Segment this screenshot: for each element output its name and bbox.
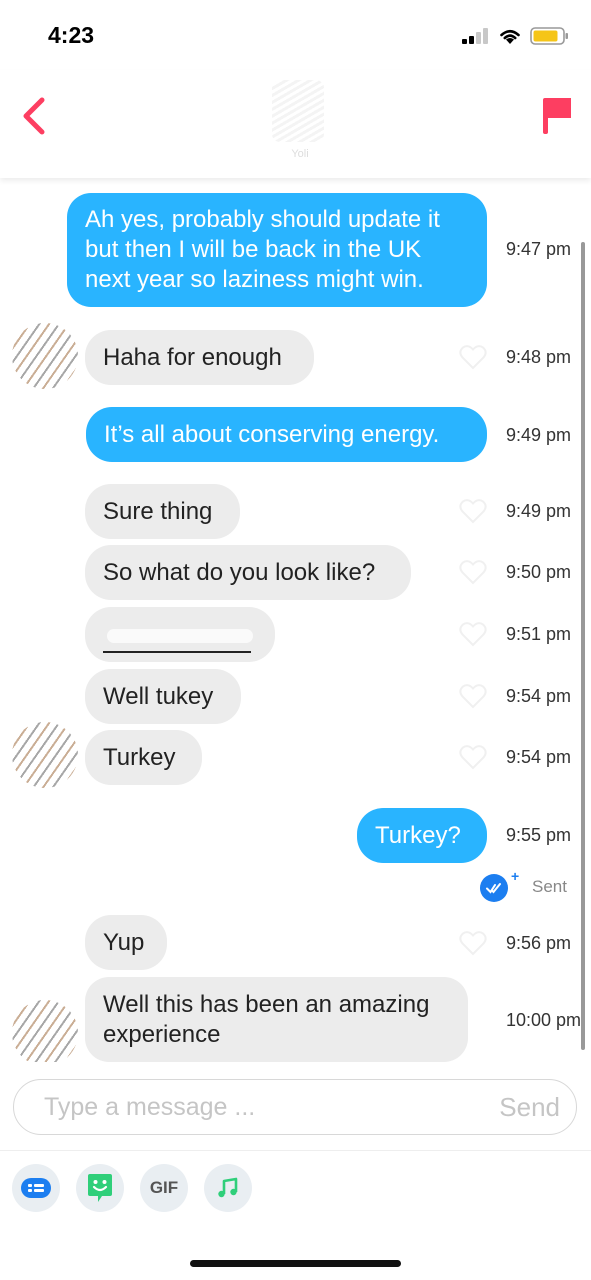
- cellular-signal-icon: [462, 28, 488, 44]
- message-time: 9:49 pm: [506, 425, 572, 445]
- message-bubble-received[interactable]: Turkey: [85, 730, 202, 785]
- status-bar: 4:23: [0, 0, 591, 70]
- contact-name[interactable]: Yoli: [270, 148, 330, 160]
- message-bubble-received[interactable]: Yup: [85, 915, 167, 970]
- message-bubble-received[interactable]: Sure thing: [85, 484, 240, 539]
- message-time: 9:54 pm: [506, 686, 572, 706]
- message-bubble-sent[interactable]: Turkey?: [357, 808, 487, 863]
- message-bubble-sent[interactable]: Ah yes, probably should update it but th…: [67, 193, 487, 307]
- message-composer: Send: [13, 1079, 577, 1135]
- message-input[interactable]: [44, 1090, 454, 1124]
- like-heart-icon[interactable]: [459, 683, 487, 709]
- read-receipt-icon[interactable]: [480, 874, 508, 902]
- like-heart-icon[interactable]: [459, 498, 487, 524]
- report-flag-icon[interactable]: [540, 94, 574, 138]
- reply-suggestion-button[interactable]: [12, 1164, 60, 1212]
- smiley-sticker-icon: [88, 1174, 112, 1202]
- sticker-button[interactable]: [76, 1164, 124, 1212]
- message-time: 9:49 pm: [506, 501, 572, 521]
- home-indicator[interactable]: [190, 1260, 401, 1267]
- like-heart-icon[interactable]: [459, 344, 487, 370]
- like-heart-icon[interactable]: [459, 930, 487, 956]
- music-note-icon: [218, 1177, 238, 1198]
- message-list[interactable]: Ah yes, probably should update it but th…: [0, 178, 591, 1062]
- like-heart-icon[interactable]: [459, 744, 487, 770]
- divider: [0, 1150, 591, 1151]
- like-heart-icon[interactable]: [459, 621, 487, 647]
- battery-icon: [530, 27, 568, 45]
- message-bubble-sent[interactable]: It’s all about conserving energy.: [86, 407, 487, 462]
- delivery-status: Sent: [532, 877, 567, 896]
- message-bubble-received[interactable]: So what do you look like?: [85, 545, 411, 600]
- message-bubble-received[interactable]: Haha for enough: [85, 330, 314, 385]
- message-time: 9:47 pm: [506, 239, 572, 259]
- message-time: 9:54 pm: [506, 747, 572, 767]
- message-time: 9:51 pm: [506, 624, 572, 644]
- gif-button[interactable]: GIF: [140, 1164, 188, 1212]
- redacted-content: [103, 623, 257, 653]
- message-time: 9:50 pm: [506, 562, 572, 582]
- send-button[interactable]: Send: [499, 1092, 560, 1123]
- match-avatar[interactable]: [12, 722, 78, 788]
- scrollbar[interactable]: [581, 242, 585, 1050]
- like-heart-icon[interactable]: [459, 559, 487, 585]
- read-receipt-plus-icon: +: [511, 868, 520, 884]
- chat-header: Yoli: [0, 70, 591, 178]
- music-button[interactable]: [204, 1164, 252, 1212]
- message-time: 9:56 pm: [506, 933, 572, 953]
- message-time: 9:48 pm: [506, 347, 572, 367]
- chat-card-icon: [21, 1178, 51, 1198]
- match-avatar[interactable]: [12, 323, 78, 389]
- status-time: 4:23: [48, 22, 95, 48]
- message-bubble-received[interactable]: Well this has been an amazing experience: [85, 977, 468, 1062]
- back-chevron-icon[interactable]: [18, 94, 52, 138]
- gif-label: GIF: [149, 1178, 179, 1197]
- message-bubble-received[interactable]: Well tukey: [85, 669, 241, 724]
- match-avatar[interactable]: [12, 1000, 78, 1062]
- contact-avatar[interactable]: [272, 80, 324, 142]
- message-bubble-redacted[interactable]: [85, 607, 275, 662]
- wifi-icon: [500, 29, 520, 44]
- message-time: 9:55 pm: [506, 825, 572, 845]
- message-time: 10:00 pm: [506, 1010, 582, 1030]
